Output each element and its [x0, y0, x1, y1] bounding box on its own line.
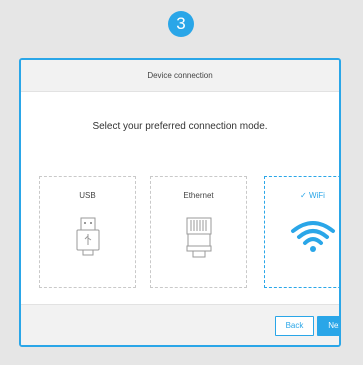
dialog-footer: Back Next — [21, 304, 339, 345]
step-badge: 3 — [168, 11, 194, 37]
connection-prompt: Select your preferred connection mode. — [92, 121, 268, 132]
usb-icon — [40, 217, 135, 262]
usb-option-label: USB — [79, 191, 96, 200]
next-button[interactable]: Next — [317, 316, 339, 336]
wifi-option-card[interactable]: ✓ WiFi — [264, 176, 339, 288]
usb-option-card[interactable]: USB — [39, 176, 136, 288]
check-icon: ✓ — [300, 191, 307, 200]
wifi-option-text: WiFi — [308, 191, 325, 200]
ethernet-icon — [151, 217, 246, 264]
back-button[interactable]: Back — [275, 316, 314, 336]
ethernet-option-card[interactable]: Ethernet — [150, 176, 247, 288]
wifi-option-label: ✓ WiFi — [265, 191, 339, 200]
device-connection-dialog: Device connection Select your preferred … — [19, 58, 341, 347]
wifi-icon — [265, 217, 339, 260]
dialog-title: Device connection — [21, 60, 339, 92]
ethernet-option-label: Ethernet — [183, 191, 214, 200]
